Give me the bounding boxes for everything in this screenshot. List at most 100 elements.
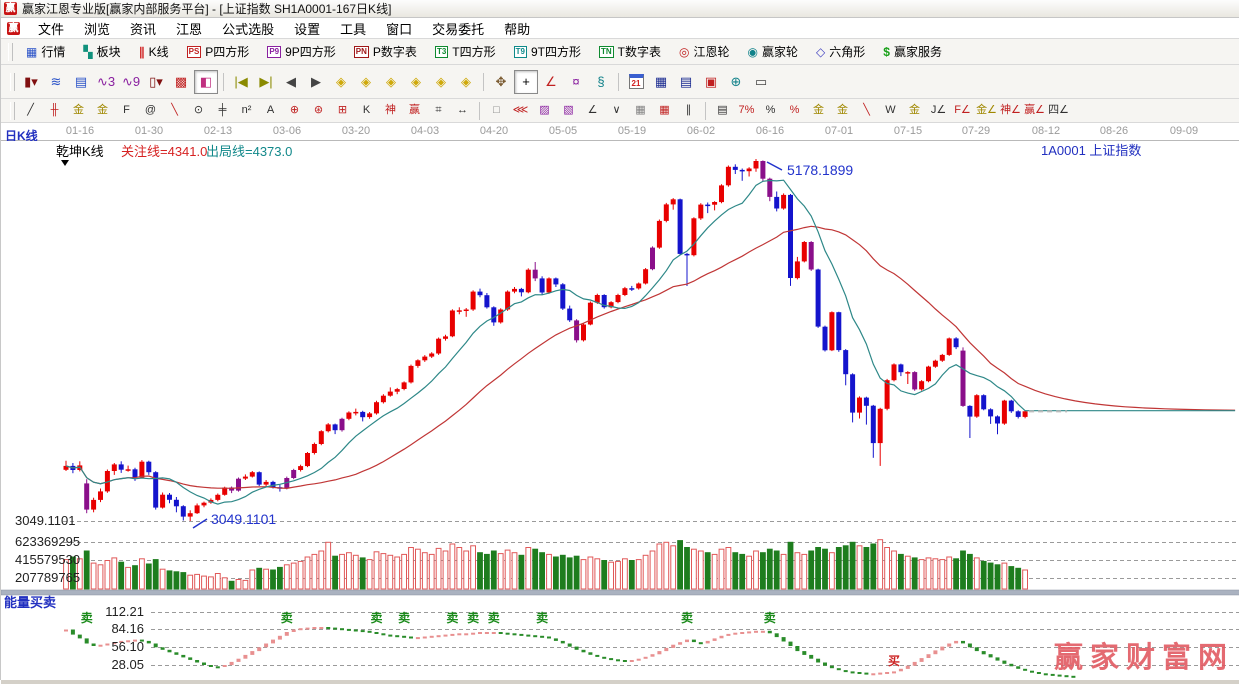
web-share-icon[interactable]: ⊕ [724,70,748,94]
percent-icon[interactable]: % [759,100,782,121]
hollow-candle-dropdown-icon[interactable]: ▯▾ [144,70,168,94]
color-chart-icon[interactable]: ◧ [194,69,218,94]
quote-grid-button[interactable]: ▦ 行情 [18,40,73,63]
menu-江恩[interactable]: 江恩 [166,22,212,37]
grid-wheel-icon[interactable]: ⊞ [331,100,354,121]
brain-tool-icon[interactable]: § [589,70,613,94]
ying-angle-icon[interactable]: 赢∠ [1023,100,1046,121]
note-document-icon[interactable]: ▤ [69,70,93,94]
t9-square-button[interactable]: T9 9T四方形 [506,40,589,63]
star-wheel-icon[interactable]: ⊛ [307,100,330,121]
box-tool-icon[interactable]: □ [485,100,508,121]
diamond-shrink-icon[interactable]: ◈ [379,70,403,94]
shen-fence-icon[interactable]: 神 [379,100,402,121]
elephant-tool-icon[interactable]: ¤ [564,70,588,94]
angle-fan-icon[interactable]: ∠ [581,100,604,121]
winner-service-button[interactable]: $ 赢家服务 [875,40,950,63]
printer-icon[interactable]: ▭ [749,70,773,94]
calendar-21-icon[interactable]: 21 [624,70,648,94]
menu-设置[interactable]: 设置 [284,22,330,37]
gold-fence-a-icon[interactable]: 金 [67,100,90,121]
fan-box-b-icon[interactable]: ▧ [557,100,580,121]
t-square-button[interactable]: T3 T四方形 [427,40,504,63]
p-number-table-button[interactable]: PN P数字表 [346,40,425,63]
nav-first-icon[interactable]: |◀ [229,70,253,94]
grid-box-icon[interactable]: ▦ [629,100,652,121]
nav-last-icon[interactable]: ▶| [254,70,278,94]
ying-fence-icon[interactable]: 赢 [403,100,426,121]
date-axis[interactable]: 日K线 01-16 01-30 02-13 03-06 03-20 04-03 04-20 0… [1,123,1239,143]
gold-angle-icon[interactable]: 金∠ [975,100,998,121]
fan-box-a-icon[interactable]: ▨ [533,100,556,121]
nav-next-icon[interactable]: ▶ [304,70,328,94]
four-angle-icon[interactable]: 四∠ [1047,100,1070,121]
wave-overlay-icon[interactable]: ≋ [44,70,68,94]
percent-line-icon[interactable]: % [783,100,806,121]
p9-square-button[interactable]: P9 9P四方形 [259,40,343,63]
chart-area[interactable]: 卖卖卖卖卖卖卖卖卖卖买乾坤K线 关注线=4341.0 出局线=4373.0 1A000… [0,141,1239,684]
crosshair-tool-icon[interactable]: + [514,69,538,94]
save-disk-icon[interactable]: ▣ [699,70,723,94]
toolbar-grip[interactable] [10,72,15,91]
nav-prev-icon[interactable]: ◀ [279,70,303,94]
f-fence-icon[interactable]: F [115,100,138,121]
menu-窗口[interactable]: 窗口 [376,22,422,37]
menu-公式选股[interactable]: 公式选股 [212,22,284,37]
red-pattern-icon[interactable]: ▩ [169,70,193,94]
clock-circle-icon[interactable]: ⊙ [187,100,210,121]
wave-9-icon[interactable]: ∿9 [119,70,143,94]
wave-3-icon[interactable]: ∿3 [94,70,118,94]
toolbar-grip[interactable] [10,101,15,120]
red-pen-icon[interactable]: ╲ [163,100,186,121]
grid-box-red-icon[interactable]: ▦ [653,100,676,121]
gold-fence-b-icon[interactable]: 金 [91,100,114,121]
menu-工具[interactable]: 工具 [330,22,376,37]
circle-cross-icon[interactable]: ⊕ [283,100,306,121]
knife-pen-icon[interactable]: ╱ [19,100,42,121]
price-grid-table-icon[interactable]: ▤ [711,100,734,121]
seven-percent-icon[interactable]: 7% [735,100,758,121]
fence-grid-icon[interactable]: ╫ [43,100,66,121]
gann-fan-icon[interactable]: ⋘ [509,100,532,121]
diamond-center-icon[interactable]: ◈ [429,70,453,94]
fence-c-icon[interactable]: ╪ [211,100,234,121]
diamond-left-icon[interactable]: ◈ [329,70,353,94]
kline-button[interactable]: ∥ K线 [131,40,177,63]
angle-measure-icon[interactable]: ∠ [539,70,563,94]
gold-circle-icon[interactable]: 金 [807,100,830,121]
menu-帮助[interactable]: 帮助 [494,22,540,37]
v-waves-icon[interactable]: ∨ [605,100,628,121]
hexagon-button[interactable]: ◇ 六角形 [808,40,873,63]
gann-wheel-button[interactable]: ◎ 江恩轮 [671,40,738,63]
k-quote-icon[interactable]: K [355,100,378,121]
menu-浏览[interactable]: 浏览 [74,22,120,37]
notepad-icon[interactable]: ▤ [674,70,698,94]
calculator-icon[interactable]: ▦ [649,70,673,94]
spiral-5-icon[interactable]: @ [139,100,162,121]
shen-angle-icon[interactable]: 神∠ [999,100,1022,121]
gold-2-icon[interactable]: 金 [903,100,926,121]
a-ruler-icon[interactable]: A [259,100,282,121]
gold-underline-icon[interactable]: 金 [831,100,854,121]
diamond-expand-icon[interactable]: ◈ [404,70,428,94]
parallel-lines-icon[interactable]: ∥ [677,100,700,121]
p-square-button[interactable]: PS P四方形 [179,40,258,63]
w-bottom-icon[interactable]: W [879,100,902,121]
h-measure-icon[interactable]: ↔ [451,100,474,121]
diamond-all-icon[interactable]: ◈ [454,70,478,94]
candle-style-dropdown-icon[interactable]: ▮▾ [19,70,43,94]
title-bar[interactable]: 赢 赢家江恩专业版[赢家内部服务平台] - [上证指数 SH1A0001-167… [1,0,1239,18]
toolbar-grip[interactable] [8,42,13,61]
n-squared-icon[interactable]: n² [235,100,258,121]
menu-资讯[interactable]: 资讯 [120,22,166,37]
ruler-123-icon[interactable]: ⌗ [427,100,450,121]
sector-blocks-button[interactable]: ▚ 板块 [75,40,128,63]
menu-交易委托[interactable]: 交易委托 [422,22,494,37]
kline-chart[interactable]: 卖卖卖卖卖卖卖卖卖卖买乾坤K线 关注线=4341.0出局线=4373.0 1A000… [0,141,1239,684]
diamond-right-icon[interactable]: ◈ [354,70,378,94]
hand-tool-icon[interactable]: ✥ [489,70,513,94]
j-angle-icon[interactable]: J∠ [927,100,950,121]
winner-wheel-button[interactable]: ◉ 赢家轮 [740,40,807,63]
menu-文件[interactable]: 文件 [28,22,74,37]
marker-pen-icon[interactable]: ╲ [855,100,878,121]
